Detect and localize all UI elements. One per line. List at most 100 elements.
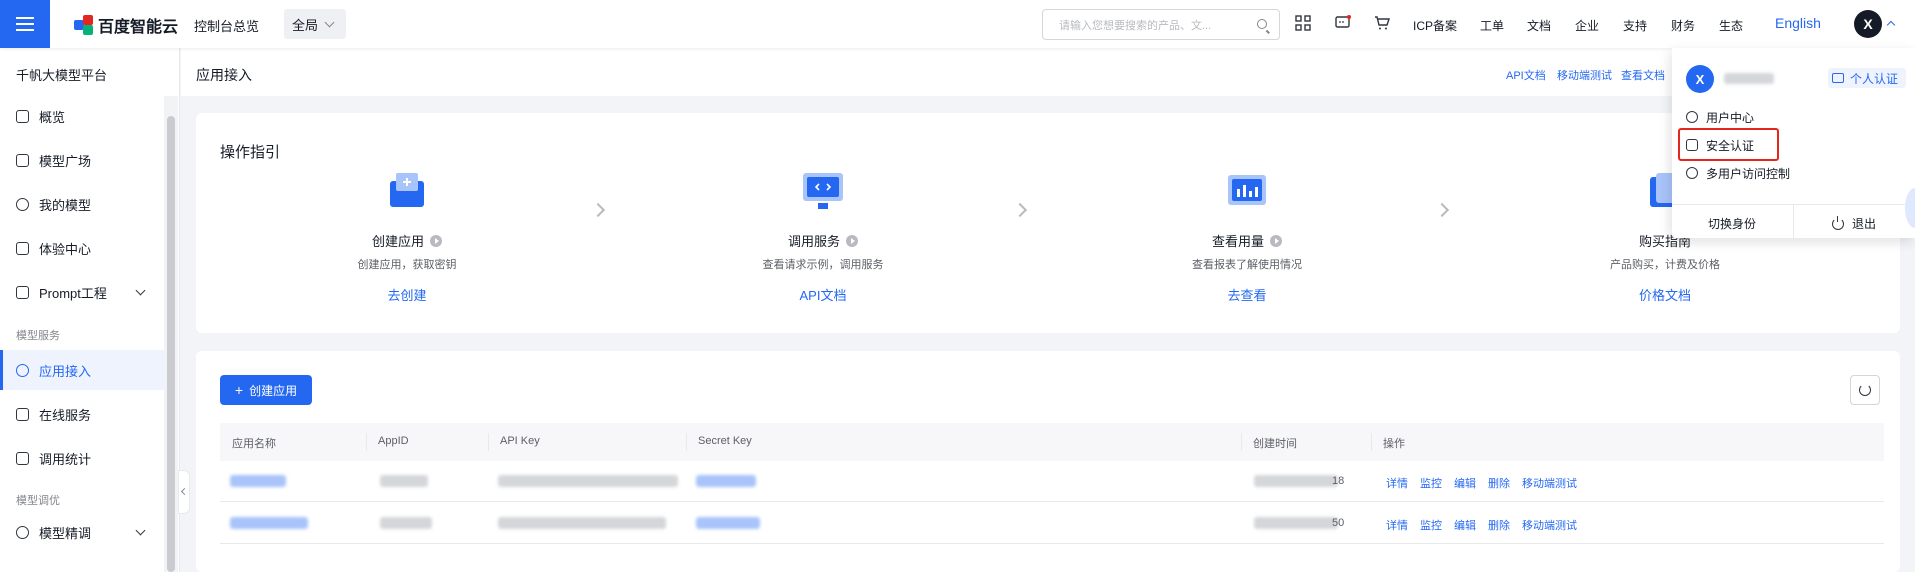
row-delete-link[interactable]: 删除 <box>1488 475 1510 491</box>
sidebar-item-overview[interactable]: 概览 <box>0 96 164 136</box>
pricing-docs-link[interactable]: 价格文档 <box>1639 285 1691 304</box>
row-detail-link[interactable]: 详情 <box>1386 475 1408 491</box>
personal-verification-badge[interactable]: 个人认证 <box>1828 68 1906 88</box>
sidebar-item-label: 模型精调 <box>39 525 92 541</box>
row-monitor-link[interactable]: 监控 <box>1420 517 1442 533</box>
secret-key-redacted[interactable] <box>696 475 756 487</box>
prompt-icon <box>16 285 29 299</box>
create-app-illustration-icon <box>390 173 424 207</box>
guide-title: 操作指引 <box>220 144 281 161</box>
row-monitor-link[interactable]: 监控 <box>1420 475 1442 491</box>
nav-icp[interactable]: ICP备案 <box>1413 17 1457 34</box>
go-view-link[interactable]: 去查看 <box>1227 285 1266 304</box>
table-row: 18 详情 监控 编辑 删除 移动端测试 <box>220 461 1884 502</box>
id-card-icon <box>1832 73 1844 83</box>
chevron-down-icon <box>324 17 335 27</box>
chevron-up-icon[interactable] <box>1886 20 1896 30</box>
menu-item-label: 用户中心 <box>1706 110 1755 125</box>
region-select[interactable]: 全局 <box>284 9 346 39</box>
scrollbar-thumb[interactable] <box>167 116 175 572</box>
column-header-appid: AppID <box>378 435 409 447</box>
logout-button[interactable]: 退出 <box>1832 215 1876 232</box>
online-service-icon <box>16 407 29 421</box>
row-mobile-test-link[interactable]: 移动端测试 <box>1522 517 1577 533</box>
baidu-cloud-logo-icon <box>74 15 94 35</box>
step-desc: 产品购买，计费及价格 <box>1610 259 1720 271</box>
sidebar-collapse-handle[interactable] <box>178 470 190 514</box>
column-divider <box>1371 433 1372 451</box>
nav-finance[interactable]: 财务 <box>1671 17 1695 34</box>
sidebar-item-fine-tune[interactable]: 模型精调 <box>0 512 164 552</box>
console-overview-link[interactable]: 控制台总览 <box>194 16 259 35</box>
global-search-input[interactable]: 请输入您想要搜索的产品、文... <box>1042 9 1280 40</box>
search-icon[interactable] <box>1257 19 1267 29</box>
nav-ticket[interactable]: 工单 <box>1480 17 1504 34</box>
column-header-secret-key: Secret Key <box>698 435 752 447</box>
brand-logo[interactable]: 百度智能云 <box>74 13 178 37</box>
row-detail-link[interactable]: 详情 <box>1386 517 1408 533</box>
sidebar-scrollbar[interactable] <box>164 96 178 572</box>
apps-icon[interactable] <box>1295 15 1311 31</box>
logo-text: 百度智能云 <box>98 19 179 36</box>
menu-item-multi-user-access[interactable]: 多用户访问控制 <box>1686 162 1886 184</box>
sidebar-item-label: 调用统计 <box>39 451 92 467</box>
nav-ecosystem[interactable]: 生态 <box>1719 17 1743 34</box>
nav-enterprise[interactable]: 企业 <box>1575 17 1599 34</box>
step-desc: 查看请求示例，调用服务 <box>762 259 884 271</box>
nav-docs[interactable]: 文档 <box>1527 17 1551 34</box>
api-docs-link[interactable]: API文档 <box>1506 67 1546 83</box>
hamburger-menu-button[interactable] <box>0 0 50 48</box>
switch-identity-button[interactable]: 切换身份 <box>1708 215 1756 232</box>
row-delete-link[interactable]: 删除 <box>1488 517 1510 533</box>
play-video-icon[interactable] <box>846 234 858 247</box>
operation-guide-card: 操作指引 创建应用 创建应用，获取密钥 去创建 调用服务 查看请求示例，调用服务… <box>196 113 1900 333</box>
view-usage-illustration-icon <box>1228 175 1266 205</box>
play-video-icon[interactable] <box>1270 234 1282 247</box>
menu-icon <box>16 23 34 25</box>
menu-item-user-center[interactable]: 用户中心 <box>1686 106 1886 128</box>
group-label-model-tuning: 模型调优 <box>16 495 60 507</box>
sidebar-item-model-square[interactable]: 模型广场 <box>0 140 164 180</box>
row-mobile-test-link[interactable]: 移动端测试 <box>1522 475 1577 491</box>
app-name-redacted[interactable] <box>230 517 308 529</box>
model-square-icon <box>16 153 29 167</box>
view-docs-link[interactable]: 查看文档 <box>1621 67 1665 83</box>
app-name-redacted[interactable] <box>230 475 286 487</box>
sidebar-item-call-stats[interactable]: 调用统计 <box>0 438 164 478</box>
message-icon[interactable] <box>1335 15 1351 31</box>
language-switch-english[interactable]: English <box>1775 15 1821 31</box>
sidebar-item-label: 概览 <box>39 109 66 125</box>
row-edit-link[interactable]: 编辑 <box>1454 475 1476 491</box>
nav-support[interactable]: 支持 <box>1623 17 1647 34</box>
refresh-button[interactable] <box>1850 375 1880 405</box>
play-video-icon[interactable] <box>430 234 442 247</box>
mobile-test-link[interactable]: 移动端测试 <box>1557 67 1612 83</box>
menu-item-label: 多用户访问控制 <box>1706 166 1791 181</box>
step-name: 调用服务 <box>787 234 840 249</box>
sidebar-item-app-access[interactable]: 应用接入 <box>0 350 164 390</box>
row-edit-link[interactable]: 编辑 <box>1454 517 1476 533</box>
search-placeholder: 请输入您想要搜索的产品、文... <box>1059 19 1212 32</box>
stats-icon <box>16 451 29 465</box>
sidebar-item-label: 模型广场 <box>39 153 92 169</box>
sidebar-item-experience-center[interactable]: 体验中心 <box>0 228 164 268</box>
step-name: 查看用量 <box>1211 234 1264 249</box>
username-redacted <box>1724 73 1774 84</box>
user-avatar[interactable]: X <box>1854 10 1882 38</box>
sidebar-item-my-models[interactable]: 我的模型 <box>0 184 164 224</box>
content-header: 应用接入 API文档 移动端测试 查看文档 <box>181 48 1915 96</box>
sidebar-item-online-service[interactable]: 在线服务 <box>0 394 164 434</box>
my-model-icon <box>16 197 29 211</box>
step-name: 创建应用 <box>371 234 424 249</box>
sidebar-item-prompt[interactable]: Prompt工程 <box>0 272 164 312</box>
create-app-button[interactable]: + 创建应用 <box>220 375 312 405</box>
cart-icon[interactable] <box>1374 15 1390 31</box>
created-time-suffix: 50 <box>1332 517 1345 529</box>
appid-redacted <box>380 517 432 529</box>
sidebar: 千帆大模型平台 概览 模型广场 我的模型 体验中心 Prompt工程 模型服务 … <box>0 48 180 572</box>
api-docs-link[interactable]: API文档 <box>800 285 847 304</box>
security-auth-highlight-box <box>1678 128 1779 161</box>
secret-key-redacted[interactable] <box>696 517 760 529</box>
go-create-link[interactable]: 去创建 <box>387 285 426 304</box>
api-key-redacted <box>498 517 666 529</box>
